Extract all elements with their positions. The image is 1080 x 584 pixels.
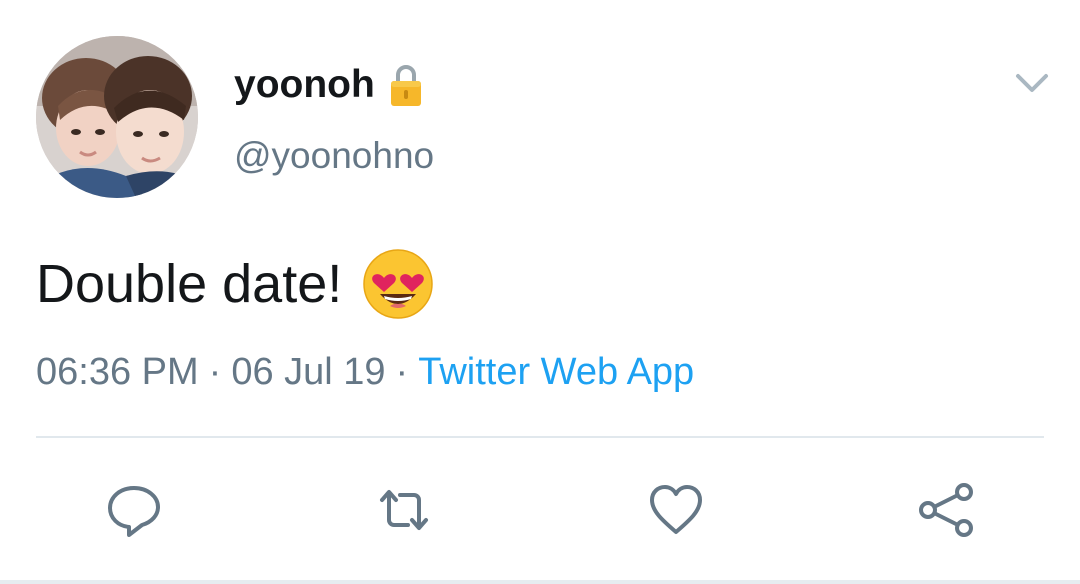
tweet-meta: 06:36 PM · 06 Jul 19 · Twitter Web App (36, 348, 694, 396)
display-name[interactable]: yoonoh (234, 60, 375, 110)
retweet-button[interactable] (370, 476, 438, 544)
user-handle[interactable]: @yoonohno (234, 133, 434, 179)
chevron-down-icon[interactable] (1012, 66, 1052, 98)
display-name-row: yoonoh (234, 60, 423, 110)
share-button[interactable] (912, 476, 980, 544)
reply-icon (108, 486, 160, 537)
tweet-card: yoonoh @yoonohno Double date! 06:36 PM · 0… (0, 0, 1080, 584)
tweet-date[interactable]: 06 Jul 19 (231, 351, 385, 393)
divider (36, 436, 1044, 438)
meta-separator: · (208, 351, 222, 393)
meta-separator: · (395, 351, 409, 393)
lock-icon (390, 65, 421, 106)
like-icon (650, 485, 702, 534)
tweet-text: Double date! (36, 254, 343, 314)
share-icon (919, 483, 973, 537)
tweet-text-row: Double date! (36, 248, 434, 320)
avatar[interactable] (36, 36, 198, 198)
avatar-photo (36, 36, 198, 198)
action-bar (0, 470, 1080, 550)
like-button[interactable] (642, 476, 710, 544)
reply-button[interactable] (100, 476, 168, 544)
tweet-time[interactable]: 06:36 PM (36, 351, 199, 393)
smiling-face-with-heart-eyes-icon (363, 249, 433, 319)
bottom-border (0, 580, 1080, 584)
retweet-icon (380, 490, 428, 530)
tweet-source-link[interactable]: Twitter Web App (418, 351, 694, 393)
